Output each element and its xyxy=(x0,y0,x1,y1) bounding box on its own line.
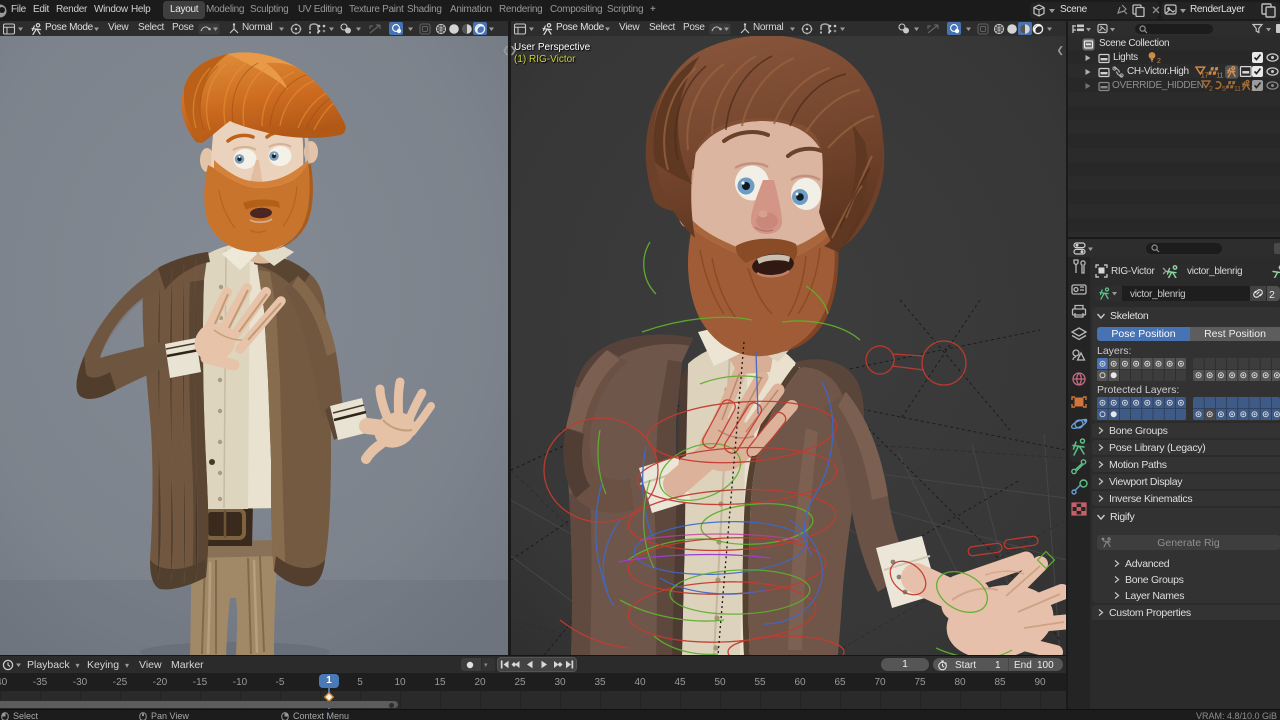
svg-text:2: 2 xyxy=(1209,86,1213,93)
svg-text:2: 2 xyxy=(1157,58,1161,64)
svg-text:17: 17 xyxy=(1201,70,1209,79)
svg-text:RIG-Victor: RIG-Victor xyxy=(1111,266,1155,277)
svg-text:5: 5 xyxy=(1222,86,1226,93)
svg-text:victor_blenrig: victor_blenrig xyxy=(1187,266,1242,277)
svg-text:11: 11 xyxy=(1234,86,1241,93)
svg-text:11: 11 xyxy=(1216,70,1223,79)
